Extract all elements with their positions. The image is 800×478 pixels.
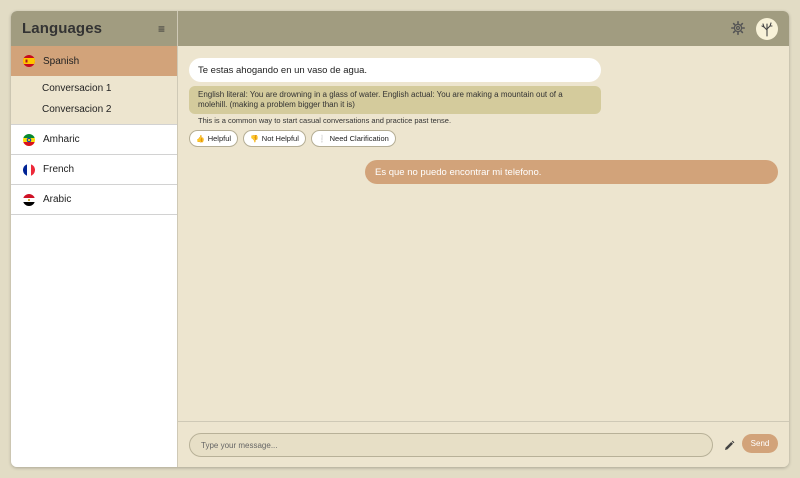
chat-header: [178, 11, 789, 46]
user-message: Es que no puedo encontrar mi telefono.: [365, 160, 778, 184]
sidebar-item-french[interactable]: French: [11, 155, 177, 185]
not-helpful-button[interactable]: 👎 Not Helpful: [243, 130, 306, 147]
translation-explanation: English literal: You are drowning in a g…: [189, 86, 601, 114]
message-composer: Send: [178, 421, 789, 467]
sidebar-item-amharic[interactable]: Amharic: [11, 125, 177, 155]
bot-message: Te estas ahogando en un vaso de agua.: [189, 58, 601, 82]
sidebar-item-label: French: [43, 164, 75, 175]
helpful-label: Helpful: [207, 134, 232, 143]
gear-icon[interactable]: [731, 21, 745, 35]
conversation-item-1[interactable]: Conversacion 1: [11, 78, 177, 99]
need-clarification-label: Need Clarification: [329, 134, 389, 143]
thumbs-down-icon: 👎: [250, 135, 259, 143]
sidebar-title: Languages: [22, 20, 103, 37]
sidebar-item-label: Amharic: [43, 134, 80, 145]
sidebar-item-label: Spanish: [43, 55, 80, 67]
sidebar-item-label: Arabic: [43, 194, 72, 205]
hamburger-icon[interactable]: ≡: [158, 22, 165, 36]
sidebar-item-spanish[interactable]: Spanish: [11, 46, 177, 76]
helpful-button[interactable]: 👍 Helpful: [189, 130, 239, 147]
tree-avatar-icon[interactable]: [756, 18, 778, 40]
feedback-buttons: 👍 Helpful 👎 Not Helpful ❕ Need Clarifica…: [189, 130, 401, 147]
chat-panel: Te estas ahogando en un vaso de agua. En…: [178, 11, 789, 467]
sidebar: Languages ≡ Spanish Conversacion 1 Conve…: [11, 11, 178, 467]
conversation-item-2[interactable]: Conversacion 2: [11, 99, 177, 120]
ethiopia-flag-icon: [23, 133, 35, 146]
thumbs-up-icon: 👍: [196, 135, 205, 143]
app-window: Languages ≡ Spanish Conversacion 1 Conve…: [11, 11, 789, 467]
usage-note: This is a common way to start casual con…: [198, 116, 452, 125]
send-button[interactable]: Send: [742, 434, 778, 453]
question-icon: ❕: [317, 135, 327, 143]
sidebar-header: Languages ≡: [11, 11, 177, 46]
need-clarification-button[interactable]: ❕ Need Clarification: [310, 130, 396, 147]
france-flag-icon: [23, 163, 35, 176]
message-input[interactable]: [189, 433, 713, 457]
pencil-icon[interactable]: [723, 439, 735, 451]
not-helpful-label: Not Helpful: [261, 134, 299, 143]
spain-flag-icon: [23, 55, 35, 67]
egypt-flag-icon: [23, 193, 35, 206]
conversation-list: Conversacion 1 Conversacion 2: [11, 76, 177, 125]
sidebar-item-arabic[interactable]: Arabic: [11, 185, 177, 215]
